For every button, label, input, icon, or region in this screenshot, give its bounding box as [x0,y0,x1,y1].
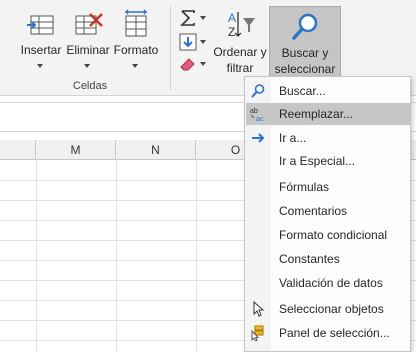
insertar-label: Insertar [20,43,62,57]
chevron-down-icon [37,64,43,68]
ordenar-filtrar-button[interactable]: A Z Ordenar y filtrar [212,4,268,76]
eliminar-button[interactable]: Eliminar [64,4,112,76]
delete-cells-icon [75,13,103,35]
menu-item-label: Constantes [279,252,340,266]
grid-line [36,161,37,352]
buscar-seleccionar-menu: Buscar... ab ac Reemplazar... Ir a... Ir… [244,76,411,352]
group-label-celdas: Celdas [72,80,108,92]
pointer-icon [253,301,265,317]
grid-line [116,161,117,352]
menu-item-label: Ir a... [279,131,307,145]
menu-item-label: Fórmulas [279,180,330,194]
menu-item-buscar[interactable]: Buscar... [246,80,410,102]
svg-text:ab: ab [250,108,258,115]
buscar-label-line1: Buscar y [281,46,329,60]
menu-item-label: Formato condicional [279,228,388,242]
menu-item-comentarios[interactable]: Comentarios [246,200,410,222]
insert-cells-icon [27,15,54,35]
magnifier-icon [292,13,318,40]
grid-line [196,161,197,352]
eraser-icon [180,58,195,71]
ordenar-label-line2: filtrar [226,61,254,75]
menu-item-seleccionar-objetos[interactable]: Seleccionar objetos [246,298,410,320]
menu-item-label: Seleccionar objetos [279,302,384,316]
insertar-button[interactable]: Insertar [16,4,66,76]
clear-button[interactable] [176,54,210,74]
fill-down-icon [179,33,197,51]
arrow-right-icon [252,133,265,143]
svg-text:Z: Z [228,25,235,39]
menu-item-formato-condicional[interactable]: Formato condicional [246,224,410,246]
ordenar-label-line1: Ordenar y [213,45,267,59]
menu-item-formulas[interactable]: Fórmulas [246,176,410,198]
menu-item-label: Validación de datos [279,276,383,290]
format-cells-icon [124,9,148,37]
menu-item-label: Reemplazar... [279,107,354,121]
menu-item-label: Ir a Especial... [279,154,356,168]
column-header-m[interactable]: M [36,140,116,160]
menu-item-ir-a[interactable]: Ir a... [246,127,410,149]
menu-item-reemplazar[interactable]: ab ac Reemplazar... [246,103,410,125]
menu-item-label: Buscar... [279,84,326,98]
column-header-partial[interactable] [0,140,36,160]
menu-item-constantes[interactable]: Constantes [246,248,410,270]
buscar-label-line2: seleccionar [274,62,336,76]
formato-label: Formato [113,43,159,57]
chevron-down-icon [132,64,138,68]
selection-pane-icon [251,325,264,341]
menu-item-validacion-de-datos[interactable]: Validación de datos [246,272,410,294]
eliminar-label: Eliminar [66,43,110,57]
formato-button[interactable]: Formato [110,4,162,76]
chevron-down-icon [200,62,206,66]
sort-filter-icon: A Z [228,11,255,39]
replace-icon: ab ac [250,108,264,122]
fill-button[interactable] [176,32,210,52]
sigma-icon [180,10,195,26]
buscar-seleccionar-button[interactable]: Buscar y seleccionar [269,6,341,78]
search-icon [251,84,265,98]
chevron-down-icon [200,16,206,20]
chevron-down-icon [200,40,206,44]
menu-item-label: Panel de selección... [279,326,390,340]
group-separator [170,6,171,90]
column-header-n[interactable]: N [116,140,196,160]
menu-item-ir-a-especial[interactable]: Ir a Especial... [246,150,410,172]
svg-text:A: A [228,11,236,25]
svg-text:ac: ac [256,116,264,122]
autosum-button[interactable] [176,8,210,28]
menu-item-label: Comentarios [279,204,348,218]
chevron-down-icon [84,64,90,68]
menu-item-panel-de-seleccion[interactable]: Panel de selección... [246,322,410,344]
